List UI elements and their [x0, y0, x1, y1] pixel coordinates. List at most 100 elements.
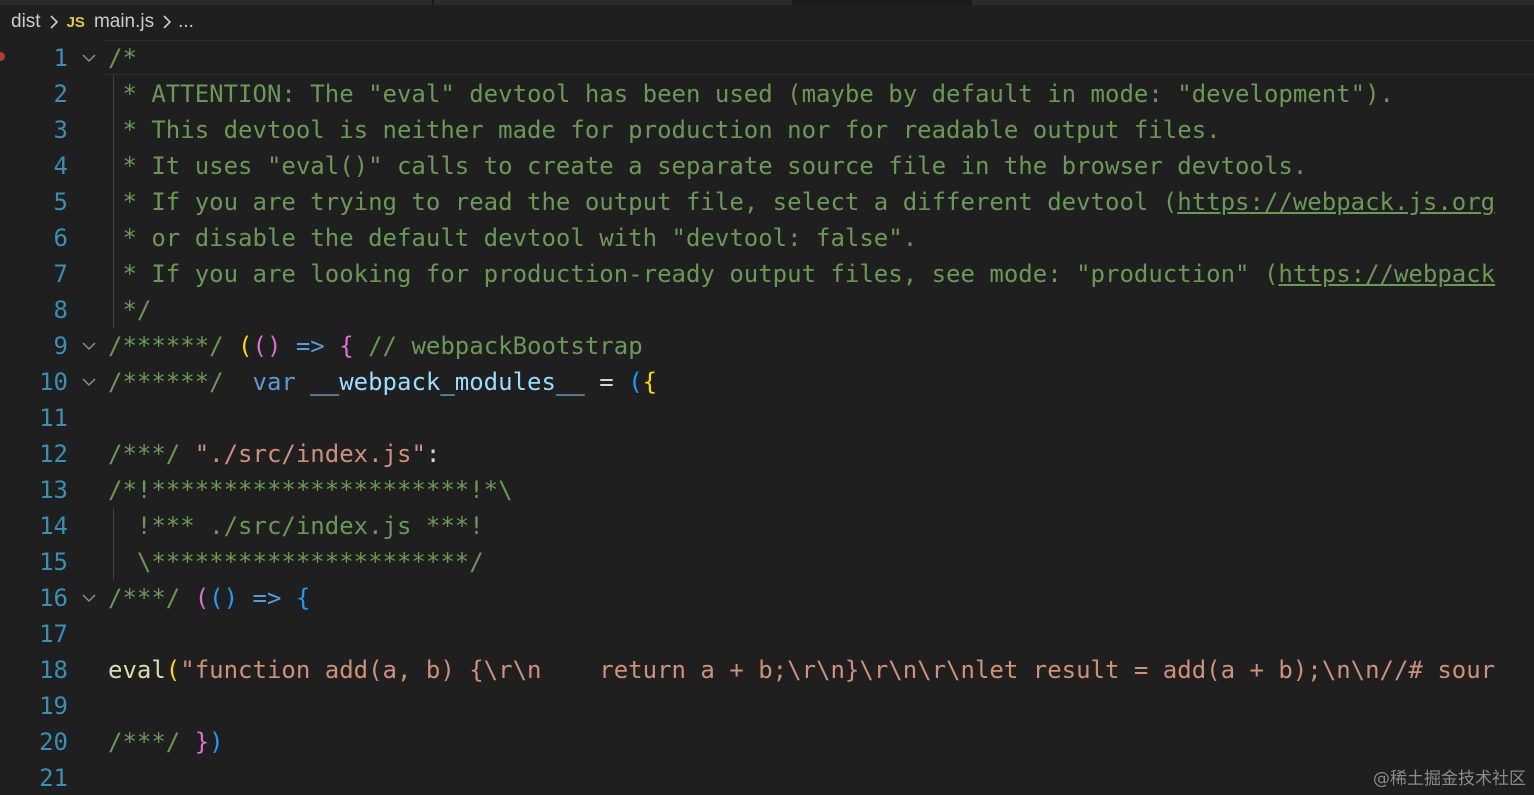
- code-line[interactable]: 8 */: [0, 292, 1534, 328]
- code-line-content[interactable]: /*: [108, 40, 137, 76]
- code-token: * ATTENTION: The "eval" devtool has been…: [108, 80, 1394, 108]
- line-number[interactable]: 13: [0, 472, 68, 508]
- code-token: /******/: [108, 368, 239, 396]
- line-number[interactable]: 17: [0, 616, 68, 652]
- breadcrumb-item-symbols[interactable]: ...: [178, 11, 194, 33]
- line-number[interactable]: 4: [0, 148, 68, 184]
- code-token: /***/: [108, 728, 195, 756]
- code-line[interactable]: 19: [0, 688, 1534, 724]
- line-number[interactable]: 20: [0, 724, 68, 760]
- code-token: * This devtool is neither made for produ…: [108, 116, 1221, 144]
- code-line[interactable]: 4 * It uses "eval()" calls to create a s…: [0, 148, 1534, 184]
- code-line[interactable]: 10 /******/ var __webpack_modules__ = ({: [0, 364, 1534, 400]
- code-token: * If you are looking for production-read…: [108, 260, 1279, 288]
- code-line-content[interactable]: /***/ }): [108, 724, 224, 760]
- code-line[interactable]: 12 /***/ "./src/index.js":: [0, 436, 1534, 472]
- code-line[interactable]: 3 * This devtool is neither made for pro…: [0, 112, 1534, 148]
- line-number[interactable]: 3: [0, 112, 68, 148]
- code-token: eval: [108, 656, 166, 684]
- code-token: (: [238, 332, 253, 360]
- code-token: __webpack_modules__: [295, 368, 585, 396]
- code-line-content[interactable]: * If you are looking for production-read…: [108, 256, 1495, 292]
- code-line-content[interactable]: /***/ "./src/index.js":: [108, 436, 440, 472]
- javascript-file-icon: JS: [66, 13, 85, 31]
- line-number[interactable]: 10: [0, 364, 68, 400]
- code-token: {: [642, 368, 658, 396]
- code-token: /*: [108, 44, 137, 72]
- line-number[interactable]: 15: [0, 544, 68, 580]
- code-token: "./src/index.js": [194, 440, 426, 468]
- code-line-content[interactable]: * It uses "eval()" calls to create a sep…: [108, 148, 1307, 184]
- code-line-content[interactable]: * This devtool is neither made for produ…: [108, 112, 1221, 148]
- code-line[interactable]: 18 eval("function add(a, b) {\r\n return …: [0, 652, 1534, 688]
- code-token: /*!**********************!*\: [108, 476, 513, 504]
- code-token: https://webpack.js.org: [1177, 188, 1496, 216]
- code-line[interactable]: 15 \**********************/: [0, 544, 1534, 580]
- code-token: \**********************/: [108, 548, 484, 576]
- line-number[interactable]: 1: [0, 40, 68, 76]
- code-line[interactable]: 2 * ATTENTION: The "eval" devtool has be…: [0, 76, 1534, 112]
- code-line-content[interactable]: \**********************/: [108, 544, 484, 580]
- code-line-content[interactable]: * ATTENTION: The "eval" devtool has been…: [108, 76, 1394, 112]
- line-number[interactable]: 9: [0, 328, 68, 364]
- code-line-content[interactable]: * If you are trying to read the output f…: [108, 184, 1495, 220]
- code-line-content[interactable]: /******/ var __webpack_modules__ = ({: [108, 364, 657, 400]
- line-number[interactable]: 14: [0, 508, 68, 544]
- chevron-down-icon[interactable]: [80, 589, 98, 607]
- code-line[interactable]: 9 /******/ (() => { // webpackBootstrap: [0, 328, 1534, 364]
- code-line-content[interactable]: !*** ./src/index.js ***!: [108, 508, 484, 544]
- code-line-content[interactable]: /***/ (() => {: [108, 580, 310, 616]
- code-token: =>: [238, 584, 296, 612]
- line-number[interactable]: 18: [0, 652, 68, 688]
- code-line[interactable]: 16 /***/ (() => {: [0, 580, 1534, 616]
- code-token: /***/: [108, 584, 195, 612]
- code-line[interactable]: 6 * or disable the default devtool with …: [0, 220, 1534, 256]
- code-line[interactable]: 20 /***/ }): [0, 724, 1534, 760]
- breadcrumb: dist JS main.js ...: [0, 5, 1534, 39]
- chevron-down-icon[interactable]: [80, 337, 98, 355]
- line-number[interactable]: 5: [0, 184, 68, 220]
- chevron-right-icon: [163, 15, 172, 29]
- code-line-content[interactable]: */: [108, 292, 151, 328]
- code-token: {: [295, 584, 311, 612]
- line-number[interactable]: 21: [0, 760, 68, 795]
- code-editor[interactable]: 1 /* 2 * ATTENTION: The "eval" devtool has…: [0, 40, 1534, 795]
- code-token: "function add(a, b) {\r\n return a + b;\…: [180, 656, 1496, 684]
- breadcrumb-item-file[interactable]: main.js: [94, 11, 154, 33]
- code-token: =>: [281, 332, 340, 360]
- line-number[interactable]: 16: [0, 580, 68, 616]
- code-token: }: [194, 728, 210, 756]
- code-line[interactable]: 17: [0, 616, 1534, 652]
- line-number[interactable]: 19: [0, 688, 68, 724]
- code-token: !*** ./src/index.js ***!: [108, 512, 484, 540]
- line-number[interactable]: 11: [0, 400, 68, 436]
- code-line-content[interactable]: * or disable the default devtool with "d…: [108, 220, 917, 256]
- code-line[interactable]: 7 * If you are looking for production-re…: [0, 256, 1534, 292]
- breadcrumb-item-dist[interactable]: dist: [11, 11, 41, 33]
- line-number[interactable]: 6: [0, 220, 68, 256]
- line-number[interactable]: 7: [0, 256, 68, 292]
- code-token: * If you are trying to read the output f…: [108, 188, 1178, 216]
- code-token: (): [209, 584, 239, 612]
- code-token: ): [209, 728, 224, 756]
- code-token: /******/: [108, 332, 239, 360]
- code-line[interactable]: 1 /*: [0, 40, 1534, 76]
- line-number[interactable]: 12: [0, 436, 68, 472]
- line-number[interactable]: 8: [0, 292, 68, 328]
- code-token: /***/: [108, 440, 195, 468]
- code-line[interactable]: 5 * If you are trying to read the output…: [0, 184, 1534, 220]
- code-token: https://webpack: [1278, 260, 1496, 288]
- code-line[interactable]: 13 /*!**********************!*\: [0, 472, 1534, 508]
- code-line[interactable]: 21: [0, 760, 1534, 795]
- line-number[interactable]: 2: [0, 76, 68, 112]
- code-token: * or disable the default devtool with "d…: [108, 224, 918, 252]
- code-token: (: [165, 656, 181, 684]
- code-line-content[interactable]: eval("function add(a, b) {\r\n return a …: [108, 652, 1495, 688]
- chevron-down-icon[interactable]: [80, 373, 98, 391]
- code-line[interactable]: 14 !*** ./src/index.js ***!: [0, 508, 1534, 544]
- code-token: // webpackBootstrap: [353, 332, 643, 360]
- code-line-content[interactable]: /******/ (() => { // webpackBootstrap: [108, 328, 643, 364]
- chevron-down-icon[interactable]: [80, 49, 98, 67]
- code-line[interactable]: 11: [0, 400, 1534, 436]
- code-line-content[interactable]: /*!**********************!*\: [108, 472, 513, 508]
